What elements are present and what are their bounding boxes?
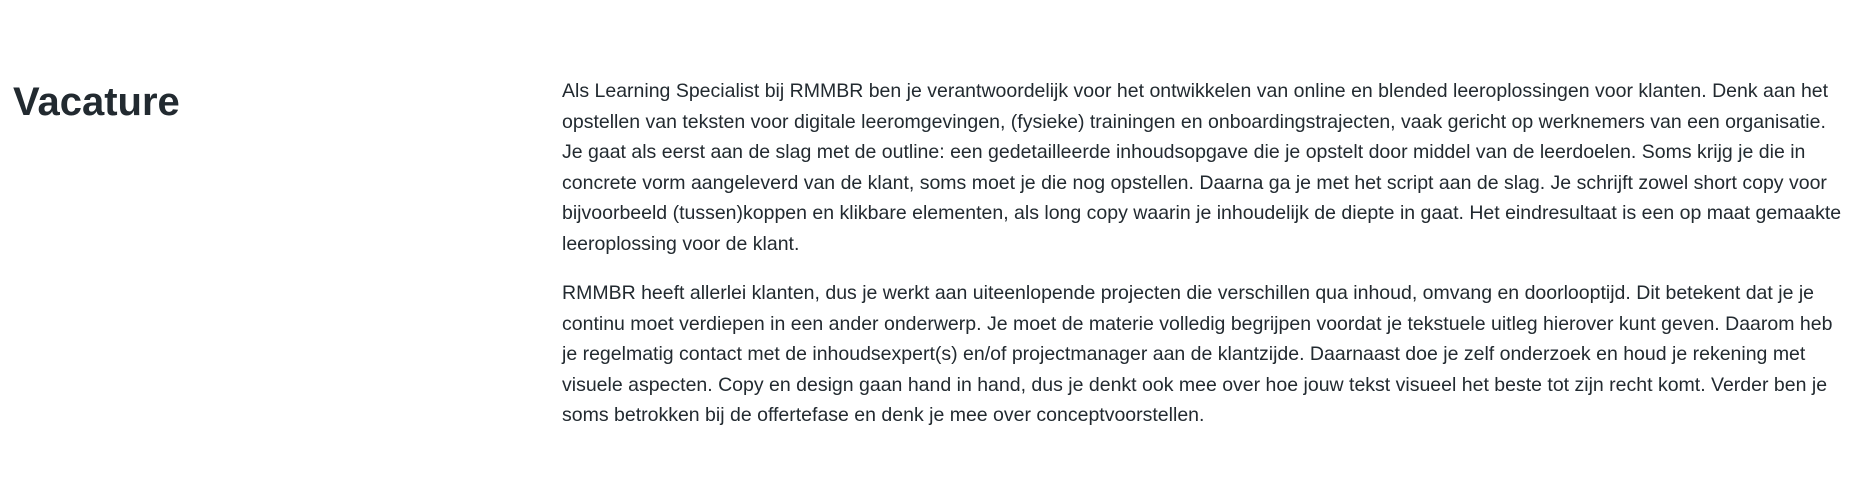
description-paragraph-2: RMMBR heeft allerlei klanten, dus je wer… [562,282,1833,426]
section-heading: Vacature [13,80,180,124]
vacature-section: Vacature Als Learning Specialist bij RMM… [0,0,1852,492]
description-paragraph-1: Als Learning Specialist bij RMMBR ben je… [562,80,1842,255]
vacature-description: Als Learning Specialist bij RMMBR ben je… [562,76,1842,450]
